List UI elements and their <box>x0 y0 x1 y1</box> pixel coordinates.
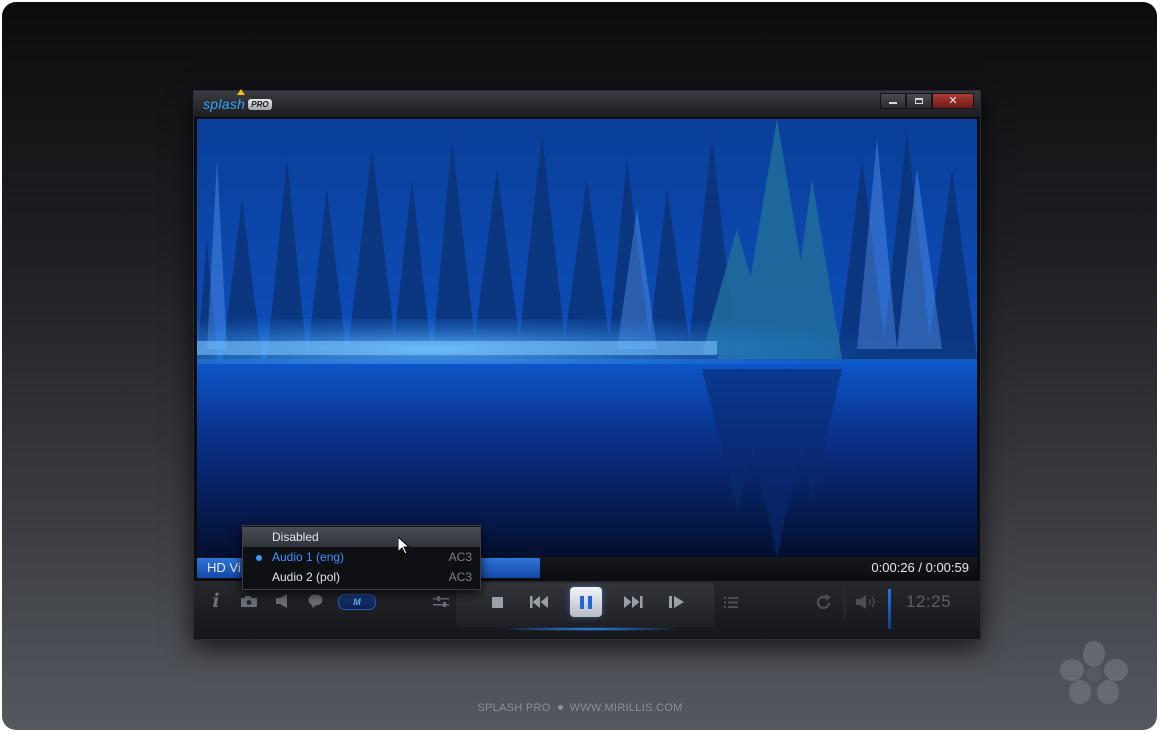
clock-display: 12:25 <box>906 592 952 611</box>
close-icon: ✕ <box>948 94 958 107</box>
audio-track-button[interactable] <box>274 593 290 609</box>
menu-item-codec: AC3 <box>448 550 472 564</box>
step-forward-button[interactable] <box>666 593 688 611</box>
menu-item-disabled[interactable]: Disabled <box>243 527 480 547</box>
playlist-button[interactable] <box>720 591 742 613</box>
menu-item-codec: AC3 <box>448 570 472 584</box>
pause-icon-bar-left <box>580 595 584 609</box>
previous-button[interactable] <box>528 593 550 611</box>
mouse-cursor-icon <box>398 537 410 555</box>
maximize-icon <box>915 98 923 104</box>
info-icon: i <box>212 590 220 612</box>
divider <box>844 589 845 621</box>
subtitles-button[interactable] <box>306 593 324 609</box>
video-display[interactable] <box>197 119 977 557</box>
snapshot-button[interactable] <box>239 593 259 609</box>
volume-slider[interactable] <box>888 589 891 629</box>
speaker-icon <box>276 594 287 608</box>
logo-star-icon <box>237 89 245 95</box>
subtitle-bubble-icon <box>308 594 322 608</box>
window-buttons: ✕ <box>880 93 974 109</box>
footer-caption: SPLASH PRO WWW.MIRILLIS.COM <box>0 702 1160 714</box>
close-button[interactable]: ✕ <box>932 93 974 109</box>
menu-item-label: Audio 1 (eng) <box>272 550 345 564</box>
equalizer-icon <box>433 596 449 607</box>
menu-item-label: Audio 2 (pol) <box>272 570 341 584</box>
stop-button[interactable] <box>488 593 506 611</box>
title-bar[interactable]: splash PRO ✕ <box>194 89 980 117</box>
time-readout: 0:00:26 / 0:00:59 <box>871 560 969 575</box>
volume-icon <box>856 595 875 609</box>
step-forward-icon <box>669 596 684 608</box>
stop-icon <box>491 596 503 608</box>
audio-track-menu: Disabled Audio 1 (eng) AC3 Audio 2 (pol)… <box>242 525 481 590</box>
playlist-icon <box>724 596 738 608</box>
logo-text: splash <box>203 96 246 112</box>
next-button[interactable] <box>622 593 644 611</box>
menu-item-audio-1[interactable]: Audio 1 (eng) AC3 <box>243 547 480 567</box>
menu-item-label: Disabled <box>272 530 319 544</box>
mute-button[interactable] <box>854 591 880 613</box>
video-title-label: HD Vi <box>207 560 241 575</box>
menu-item-audio-2[interactable]: Audio 2 (pol) AC3 <box>243 567 480 587</box>
footer-website: WWW.MIRILLIS.COM <box>569 702 683 714</box>
camera-icon <box>241 595 257 607</box>
maximize-button[interactable] <box>906 93 932 109</box>
footer-product: SPLASH PRO <box>477 702 551 714</box>
logo-badge: PRO <box>248 98 272 110</box>
selected-radio-icon <box>256 555 262 561</box>
transport-glow <box>494 627 684 631</box>
minimize-button[interactable] <box>880 93 906 109</box>
video-frame <box>197 119 977 557</box>
pause-icon-bar-right <box>588 595 592 609</box>
repeat-icon <box>816 593 831 609</box>
pause-button[interactable] <box>570 587 602 617</box>
footer-bullet <box>557 705 563 711</box>
previous-icon <box>529 596 548 608</box>
app-logo: splash PRO <box>203 96 272 112</box>
repeat-button[interactable] <box>812 591 834 613</box>
mirillis-mode-button[interactable]: M <box>338 594 376 610</box>
mirillis-flower-icon <box>1060 641 1128 704</box>
info-button[interactable]: i <box>208 590 224 612</box>
minimize-icon <box>889 102 897 104</box>
next-icon <box>623 596 642 608</box>
equalizer-button[interactable] <box>430 591 452 613</box>
